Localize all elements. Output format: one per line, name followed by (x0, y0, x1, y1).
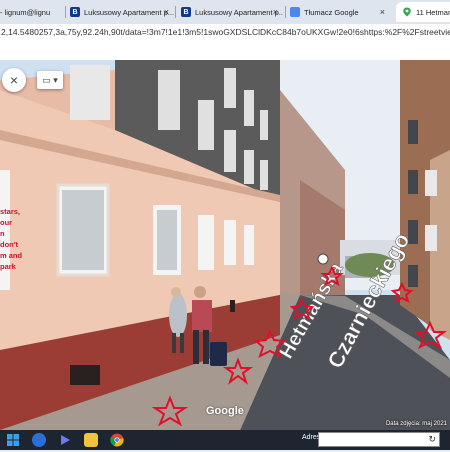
street-view-image: Hetmańska Czarnieckiego (0, 60, 450, 430)
photo-date: Data zdjęcia: maj 2021 (385, 421, 447, 427)
translate-icon (290, 7, 300, 17)
browser-tab-strip: - lignum@lignu × B Luksusowy Apartament … (0, 0, 450, 24)
maps-pin-icon (402, 7, 412, 17)
tab-booking-2[interactable]: B Luksusowy Apartament p... × (181, 2, 283, 22)
booking-icon: B (70, 7, 80, 17)
note-line: park (0, 262, 16, 271)
close-street-view-button[interactable]: × (2, 68, 26, 92)
tab-divider (285, 6, 286, 18)
street-view-panorama[interactable]: Hetmańska Czarnieckiego (0, 60, 450, 430)
chrome-icon[interactable] (110, 433, 124, 447)
tab-divider (65, 6, 66, 18)
camera-mode-button[interactable]: ▭ ▾ (37, 71, 63, 89)
address-bar[interactable]: 2,14.5480257,3a,75y,92.24h,90t/data=!3m7… (0, 24, 450, 41)
note-line: don't (0, 240, 19, 249)
tab-title: Luksusowy Apartament p... (195, 7, 283, 17)
tab-translate[interactable]: Tłumacz Google × (290, 2, 390, 22)
tab-title: Luksusowy Apartament p... (84, 7, 174, 17)
page-header-area (0, 40, 450, 60)
windows-taskbar: Adres ↻ (0, 430, 450, 450)
media-player-icon[interactable] (58, 433, 72, 447)
windows-start-icon[interactable] (6, 433, 20, 447)
note-line: our (0, 218, 13, 227)
tab-divider (175, 6, 176, 18)
booking-icon: B (181, 7, 191, 17)
tab-title: Tłumacz Google (304, 7, 359, 17)
annotation-note: stars, our n don't m and park (0, 206, 24, 272)
note-line: m and (0, 251, 23, 260)
tab-close-icon[interactable]: × (380, 7, 385, 17)
refresh-icon[interactable]: ↻ (428, 434, 436, 445)
tab-close-icon[interactable]: × (164, 7, 169, 17)
tab-booking-1[interactable]: B Luksusowy Apartament p... × (70, 2, 174, 22)
tab-close-icon[interactable]: × (273, 7, 278, 17)
url-text: 2,14.5480257,3a,75y,92.24h,90t/data=!3m7… (1, 27, 450, 37)
app-icon[interactable] (32, 433, 46, 447)
file-explorer-icon[interactable] (84, 433, 98, 447)
note-line: n (0, 229, 5, 238)
tab-title: - lignum@lignu (0, 7, 51, 17)
address-toolbar-input[interactable]: ↻ (318, 432, 440, 447)
tab-maps[interactable]: 11 Hetmana (396, 2, 450, 22)
tab-title: 11 Hetmana (416, 7, 450, 17)
note-line: stars, (0, 207, 21, 216)
google-logo: Google (206, 405, 244, 417)
